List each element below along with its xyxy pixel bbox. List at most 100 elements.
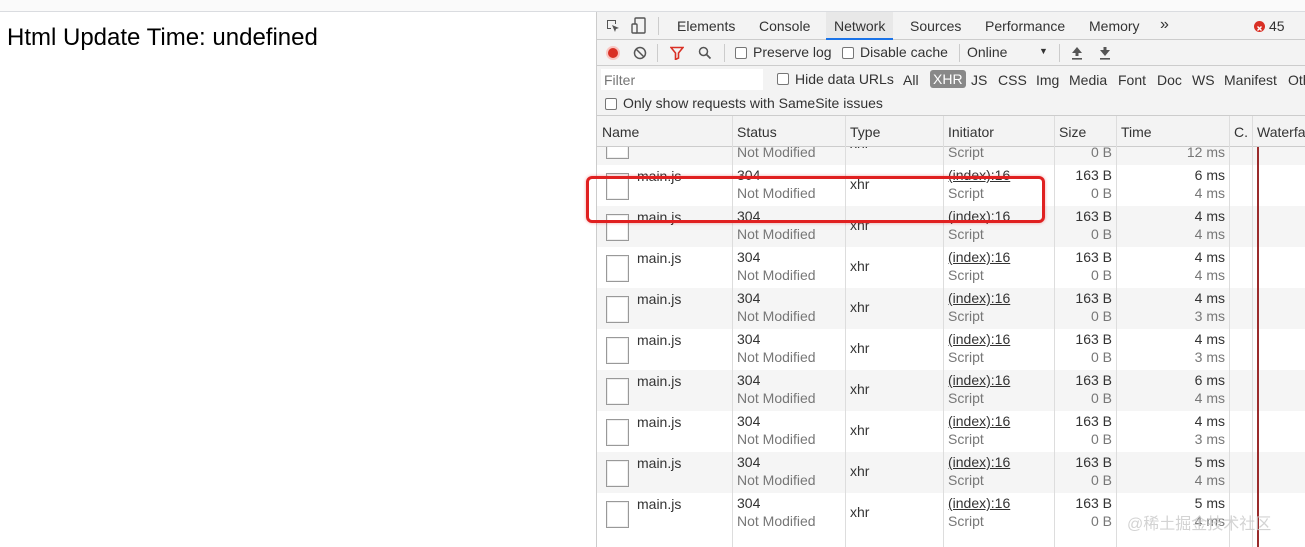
initiator-link[interactable]: (index):16 [948,331,1010,347]
resource-size: 0 B [1090,308,1112,324]
search-icon[interactable] [698,46,712,60]
filter-type-xhr[interactable]: XHR [930,70,966,88]
filter-type-js[interactable]: JS [971,72,987,88]
export-har-icon[interactable] [1099,46,1111,60]
file-icon [606,147,629,159]
file-icon [606,378,629,405]
request-latency: 4 ms [1194,267,1225,283]
initiator-type: Script [948,267,984,283]
initiator-link[interactable]: (index):16 [948,372,1010,388]
samesite-checkbox[interactable] [605,98,617,110]
filter-type-media[interactable]: Media [1069,72,1107,88]
transfer-size: 163 B [1075,208,1112,224]
tab-console[interactable]: Console [759,18,810,34]
request-latency: 3 ms [1194,308,1225,324]
file-icon [606,501,629,528]
more-tabs-button[interactable]: » [1160,16,1169,34]
column-header-waterfall[interactable]: Waterfa [1257,124,1305,140]
resource-size: 0 B [1090,267,1112,283]
initiator-type: Script [948,147,984,160]
import-har-icon[interactable] [1071,46,1083,60]
column-header-initiator[interactable]: Initiator [948,124,994,140]
filter-type-ws[interactable]: WS [1192,72,1215,88]
file-icon [606,255,629,282]
devtools-panel: Elements Console Network Sources Perform… [596,12,1305,547]
tab-performance[interactable]: Performance [985,18,1065,34]
resource-size: 0 B [1090,226,1112,242]
request-name[interactable]: main.js [637,455,681,471]
status-code: 304 [737,372,761,388]
filter-type-doc[interactable]: Doc [1157,72,1182,88]
initiator-type: Script [948,226,984,242]
tab-network[interactable]: Network [826,12,894,40]
filter-type-manifest[interactable]: Manifest [1224,72,1277,88]
column-header-size[interactable]: Size [1059,124,1086,140]
column-header-status[interactable]: Status [737,124,777,140]
clear-icon[interactable] [633,46,647,60]
request-name[interactable]: main.js [637,250,681,266]
request-latency: 4 ms [1194,472,1225,488]
request-type: xhr [850,299,870,315]
table-row[interactable]: main.js304Not Modifiedxhr(index):16Scrip… [597,288,1305,329]
table-row[interactable]: main.js304Not Modifiedxhr(index):16Scrip… [597,329,1305,370]
column-header-type[interactable]: Type [850,124,880,140]
table-row[interactable]: main.js304Not Modifiedxhr(index):16Scrip… [597,452,1305,493]
hide-data-urls-checkbox[interactable] [777,73,789,85]
preserve-log-checkbox[interactable] [735,47,747,59]
filter-icon[interactable] [669,46,685,61]
tab-elements[interactable]: Elements [677,18,735,34]
request-type: xhr [850,381,870,397]
filter-type-img[interactable]: Img [1036,72,1059,88]
request-name[interactable]: main.js [637,414,681,430]
request-name[interactable]: main.js [637,332,681,348]
transfer-size: 163 B [1075,290,1112,306]
initiator-type: Script [948,349,984,365]
devtools-tab-bar: Elements Console Network Sources Perform… [597,12,1305,40]
status-text: Not Modified [737,349,816,365]
hide-data-urls-label: Hide data URLs [795,71,894,87]
transfer-size: 163 B [1075,249,1112,265]
column-header-time[interactable]: Time [1121,124,1152,140]
filter-type-other[interactable]: Oth [1288,72,1305,88]
request-name[interactable]: main.js [637,291,681,307]
table-row[interactable]: main.js304Not Modifiedxhr(index):16Scrip… [597,147,1305,165]
device-toolbar-icon[interactable] [631,17,647,35]
status-text: Not Modified [737,147,816,160]
preserve-log-label: Preserve log [753,44,832,60]
table-row[interactable]: main.js304Not Modifiedxhr(index):16Scrip… [597,370,1305,411]
initiator-link[interactable]: (index):16 [948,290,1010,306]
request-latency: 3 ms [1194,431,1225,447]
samesite-bar: Only show requests with SameSite issues [597,93,1305,116]
filter-type-css[interactable]: CSS [998,72,1027,88]
transfer-size: 163 B [1075,495,1112,511]
inspect-element-icon[interactable] [605,18,621,34]
status-code: 304 [737,495,761,511]
tab-sources[interactable]: Sources [910,18,961,34]
request-name[interactable]: main.js [637,496,681,512]
record-icon[interactable] [606,46,620,60]
error-count[interactable]: 45 [1269,18,1285,34]
filter-type-all[interactable]: All [903,72,919,88]
initiator-link[interactable]: (index):16 [948,495,1010,511]
table-row[interactable]: main.js304Not Modifiedxhr(index):16Scrip… [597,411,1305,452]
throttling-select[interactable]: Online ▼ [967,40,1051,66]
disable-cache-checkbox[interactable] [842,47,854,59]
initiator-link[interactable]: (index):16 [948,249,1010,265]
transfer-size: 163 B [1075,413,1112,429]
initiator-link[interactable]: (index):16 [948,413,1010,429]
status-text: Not Modified [737,308,816,324]
transfer-size: 163 B [1075,167,1112,183]
resource-size: 0 B [1090,349,1112,365]
request-name[interactable]: main.js [637,373,681,389]
column-header-name[interactable]: Name [602,124,639,140]
filter-type-font[interactable]: Font [1118,72,1146,88]
table-row[interactable]: main.js304Not Modifiedxhr(index):16Scrip… [597,247,1305,288]
file-icon [606,296,629,323]
filter-input[interactable] [601,69,763,90]
request-time: 5 ms [1194,454,1225,470]
request-type: xhr [850,258,870,274]
initiator-link[interactable]: (index):16 [948,454,1010,470]
tab-memory[interactable]: Memory [1089,18,1140,34]
status-text: Not Modified [737,513,816,529]
column-header-connection[interactable]: C. [1234,124,1248,140]
